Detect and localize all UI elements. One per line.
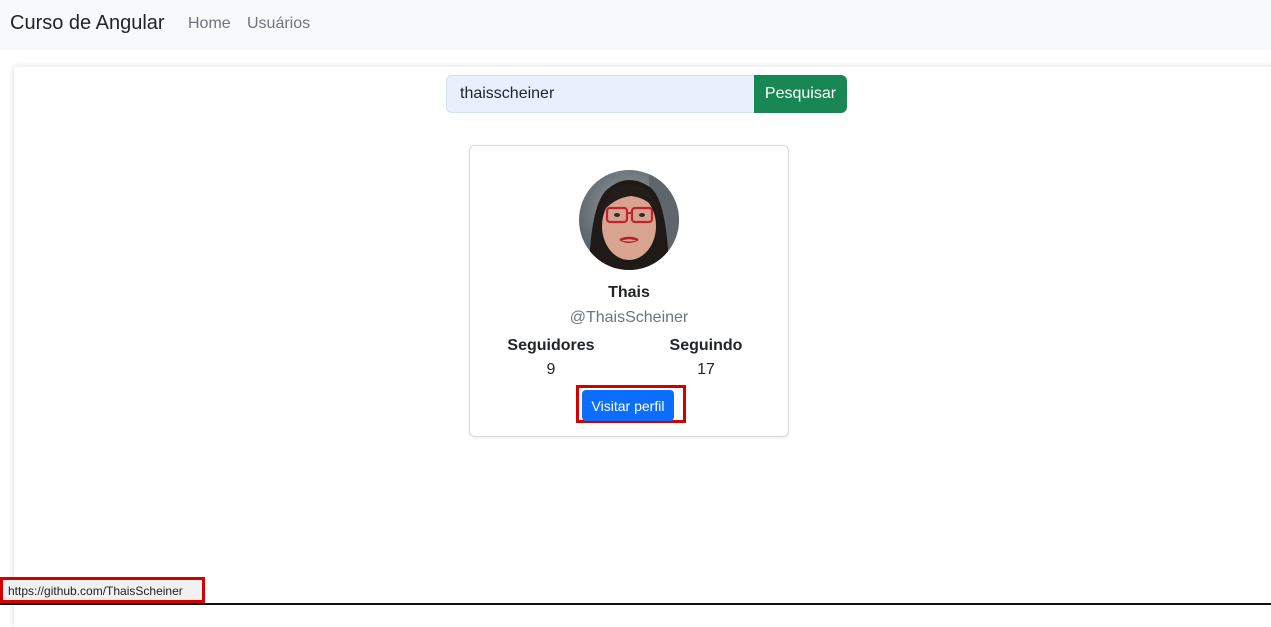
nav-link-usuarios[interactable]: Usuários xyxy=(247,15,310,33)
status-bar-url: https://github.com/ThaisScheiner xyxy=(0,577,205,603)
profile-name: Thais xyxy=(608,284,650,301)
followers-label: Seguidores xyxy=(507,337,595,354)
profile-handle: @ThaisScheiner xyxy=(569,309,689,326)
search-input[interactable] xyxy=(446,75,754,113)
navbar: Curso de Angular Home Usuários xyxy=(0,0,1271,50)
nav-link-home[interactable]: Home xyxy=(188,15,231,33)
search-button[interactable]: Pesquisar xyxy=(754,75,847,113)
following-label: Seguindo xyxy=(669,337,743,354)
avatar xyxy=(579,170,679,270)
following-count: 17 xyxy=(697,361,715,378)
visit-profile-button[interactable]: Visitar perfil xyxy=(582,390,674,421)
followers-count: 9 xyxy=(546,361,556,378)
profile-card: Thais @ThaisScheiner Seguidores 9 Seguin… xyxy=(469,145,789,437)
navbar-brand[interactable]: Curso de Angular xyxy=(10,12,165,35)
